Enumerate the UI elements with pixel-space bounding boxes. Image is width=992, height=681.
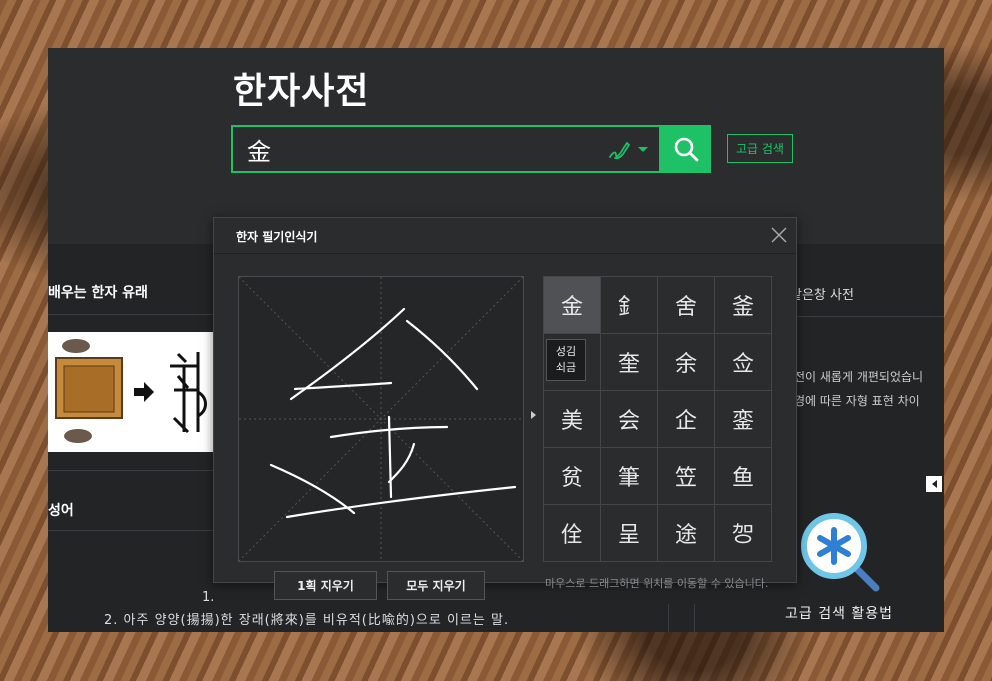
candidate-cell[interactable]: 佺 (544, 505, 601, 562)
candidate-grid: 金釒舍釜奎余佥美会企銮贫筆笠鱼佺呈途㔔 (543, 276, 773, 562)
candidate-cell[interactable]: 銮 (715, 391, 772, 448)
candidate-cell[interactable]: 美 (544, 391, 601, 448)
divider (48, 530, 218, 531)
candidate-cell[interactable]: 贫 (544, 448, 601, 505)
chevron-right-icon (531, 411, 536, 419)
candidate-cell[interactable]: 笠 (658, 448, 715, 505)
tooltip-meaning: 쇠금 (555, 361, 577, 374)
candidate-cell[interactable]: 奎 (601, 334, 658, 391)
search-input[interactable] (247, 133, 597, 165)
handwriting-canvas[interactable] (238, 276, 524, 562)
advanced-search-howto-link[interactable]: 고급 검색 활용법 (785, 603, 893, 623)
advanced-search-button[interactable]: 고급 검색 (727, 134, 793, 163)
definition-2: 2. 아주 양양(揚揚)한 장래(將來)를 비유적(比喩的)으로 이르는 말. (104, 613, 510, 628)
definition-1: 1. (202, 590, 215, 605)
candidate-cell[interactable]: 鱼 (715, 448, 772, 505)
tooltip-reading: 성김 (555, 345, 577, 358)
candidate-tooltip: 성김 쇠금 (546, 339, 586, 381)
divider (214, 253, 796, 254)
candidate-cell[interactable]: 企 (658, 391, 715, 448)
handwriting-strokes (239, 277, 523, 561)
section-title-idiom[interactable]: 성어 (48, 500, 74, 520)
notice-line[interactable]: 전이 새롭게 개편되었습니 (794, 368, 923, 385)
candidate-cell[interactable]: 釜 (715, 277, 772, 334)
divider (694, 604, 695, 632)
divider (668, 604, 669, 632)
search-icon (674, 137, 699, 162)
candidate-cell[interactable]: 途 (658, 505, 715, 562)
candidate-cell[interactable]: 余 (658, 334, 715, 391)
candidate-cell[interactable]: 筆 (601, 448, 658, 505)
candidate-cell[interactable]: 㔔 (715, 505, 772, 562)
candidate-cell[interactable]: 金 (544, 277, 601, 334)
handwriting-recognizer-popup: 한자 필기인식기 金釒舍釜奎余佥美会企銮贫筆 笠 鱼 佺 呈 途 㔔 성김 쇠금… (213, 217, 797, 600)
page-title: 한자사전 (233, 71, 370, 112)
candidate-cell[interactable]: 呈 (601, 505, 658, 562)
drag-hint: 마우스로 드래그하면 위치를 이동할 수 있습니다. (545, 577, 769, 590)
search-box (231, 125, 661, 173)
origin-illustration (48, 332, 216, 452)
clear-all-button[interactable]: 모두 지우기 (387, 571, 485, 600)
notice-line[interactable]: 경에 따른 자형 표현 차이 (794, 392, 920, 409)
handwrite-icon[interactable] (607, 139, 631, 161)
candidate-cell[interactable]: 舍 (658, 277, 715, 334)
asterisk-magnifier-icon[interactable] (800, 510, 882, 594)
close-icon[interactable] (769, 225, 789, 245)
divider (48, 314, 218, 315)
search-button[interactable] (661, 125, 711, 173)
prev-arrow-button[interactable] (926, 476, 942, 492)
candidate-cell[interactable]: 佥 (715, 334, 772, 391)
candidate-cell[interactable]: 釒 (601, 277, 658, 334)
popup-title: 한자 필기인식기 (236, 230, 318, 244)
divider (790, 316, 944, 317)
right-section-title[interactable]: 같은창 사전 (790, 284, 854, 303)
chevron-down-icon[interactable] (638, 147, 648, 152)
section-title-origin[interactable]: 배우는 한자 유래 (48, 282, 148, 302)
divider (48, 470, 218, 471)
undo-stroke-button[interactable]: 1획 지우기 (274, 571, 377, 600)
candidate-cell[interactable]: 会 (601, 391, 658, 448)
